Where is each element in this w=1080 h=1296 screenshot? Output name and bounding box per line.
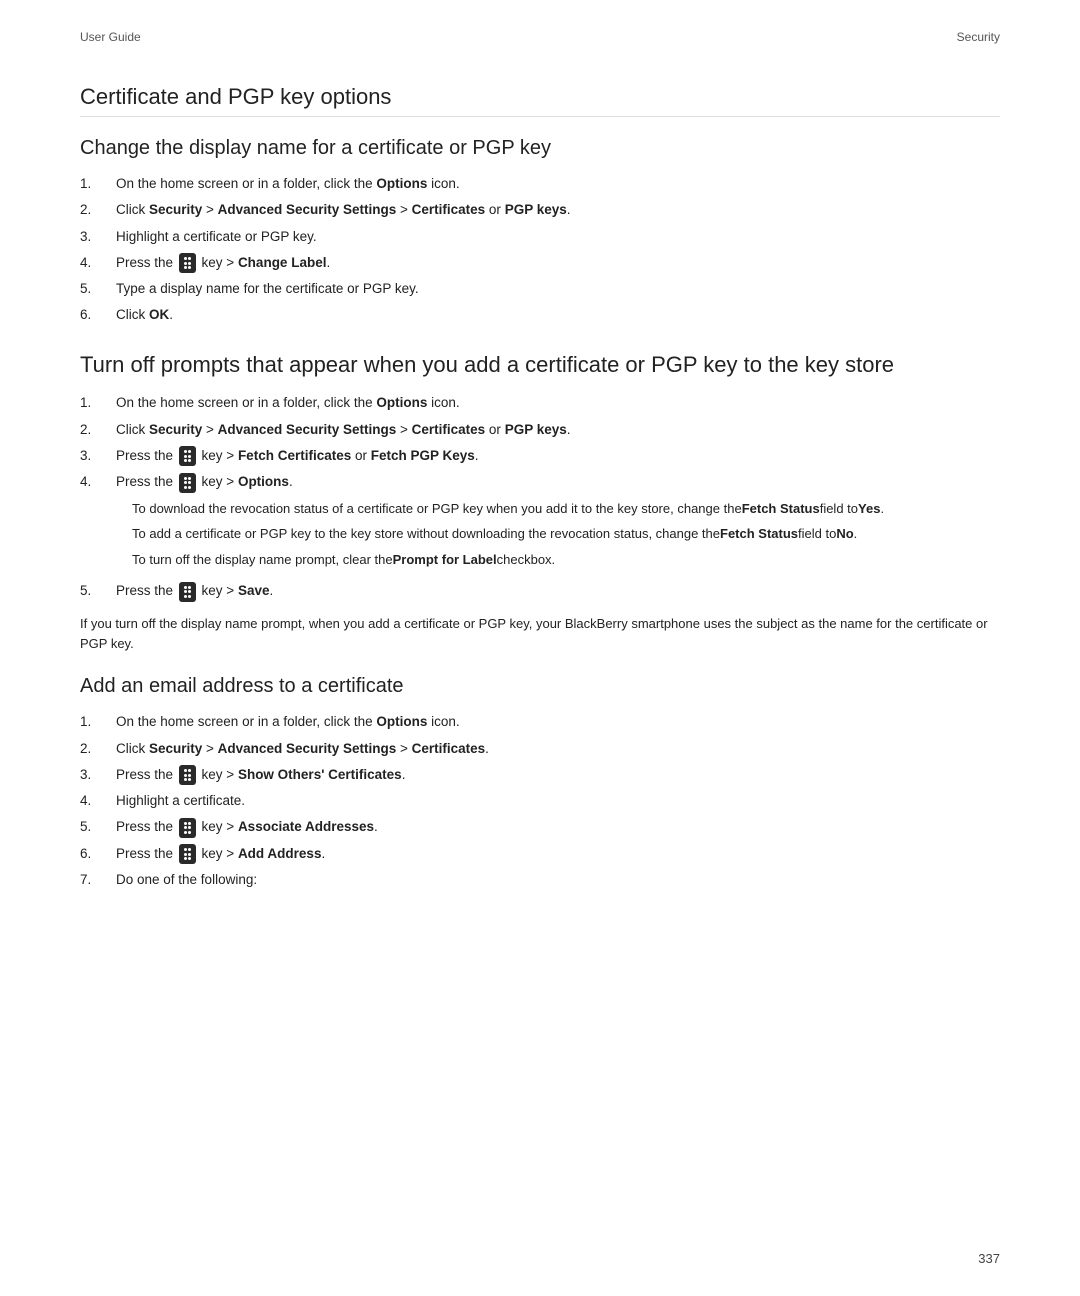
step-4: 4. Press the key > Change Label. <box>80 253 1000 273</box>
subsection2-title: Turn off prompts that appear when you ad… <box>80 350 1000 380</box>
bb-menu-icon-4 <box>179 582 196 602</box>
s3-step-4: 4. Highlight a certificate. <box>80 791 1000 811</box>
page-number: 337 <box>978 1251 1000 1266</box>
section-title: Certificate and PGP key options <box>80 84 1000 117</box>
s3-step-1: 1. On the home screen or in a folder, cl… <box>80 712 1000 732</box>
step-2: 2. Click Security > Advanced Security Se… <box>80 200 1000 220</box>
page-container: User Guide Security Certificate and PGP … <box>0 0 1080 1296</box>
bullet-3: To turn off the display name prompt, cle… <box>132 550 1000 570</box>
bb-menu-icon-7 <box>179 844 196 864</box>
subsection1-steps: 1. On the home screen or in a folder, cl… <box>80 174 1000 326</box>
step-6: 6. Click OK. <box>80 305 1000 325</box>
s2-step-2: 2. Click Security > Advanced Security Se… <box>80 420 1000 440</box>
bb-menu-icon-5 <box>179 765 196 785</box>
s3-step-5: 5. Press the key > Associate Addresses. <box>80 817 1000 837</box>
s3-step-2: 2. Click Security > Advanced Security Se… <box>80 739 1000 759</box>
s3-step-7: 7. Do one of the following: <box>80 870 1000 890</box>
subsection2-note: If you turn off the display name prompt,… <box>80 614 1000 656</box>
subsection3-steps: 1. On the home screen or in a folder, cl… <box>80 712 1000 890</box>
bb-menu-icon-3 <box>179 473 196 493</box>
s2-step-1: 1. On the home screen or in a folder, cl… <box>80 393 1000 413</box>
s3-step-3: 3. Press the key > Show Others' Certific… <box>80 765 1000 785</box>
bb-menu-icon-6 <box>179 818 196 838</box>
step-5: 5. Type a display name for the certifica… <box>80 279 1000 299</box>
subsection2-steps: 1. On the home screen or in a folder, cl… <box>80 393 1000 601</box>
page-footer: 337 <box>978 1251 1000 1266</box>
bullet-2: To add a certificate or PGP key to the k… <box>132 524 1000 544</box>
s2-step4-bullets: To download the revocation status of a c… <box>132 499 1000 570</box>
bb-menu-icon-2 <box>179 446 196 466</box>
step-1: 1. On the home screen or in a folder, cl… <box>80 174 1000 194</box>
subsection3-title: Add an email address to a certificate <box>80 675 1000 698</box>
subsection1-title: Change the display name for a certificat… <box>80 137 1000 160</box>
s3-step-6: 6. Press the key > Add Address. <box>80 844 1000 864</box>
page-header: User Guide Security <box>80 30 1000 44</box>
s2-step-3: 3. Press the key > Fetch Certificates or… <box>80 446 1000 466</box>
step-3: 3. Highlight a certificate or PGP key. <box>80 227 1000 247</box>
header-left: User Guide <box>80 30 141 44</box>
bb-menu-icon <box>179 253 196 273</box>
bullet-1: To download the revocation status of a c… <box>132 499 1000 519</box>
s2-step-5: 5. Press the key > Save. <box>80 581 1000 601</box>
s2-step-4: 4. Press the key > Options. To download … <box>80 472 1000 575</box>
header-right: Security <box>957 30 1000 44</box>
